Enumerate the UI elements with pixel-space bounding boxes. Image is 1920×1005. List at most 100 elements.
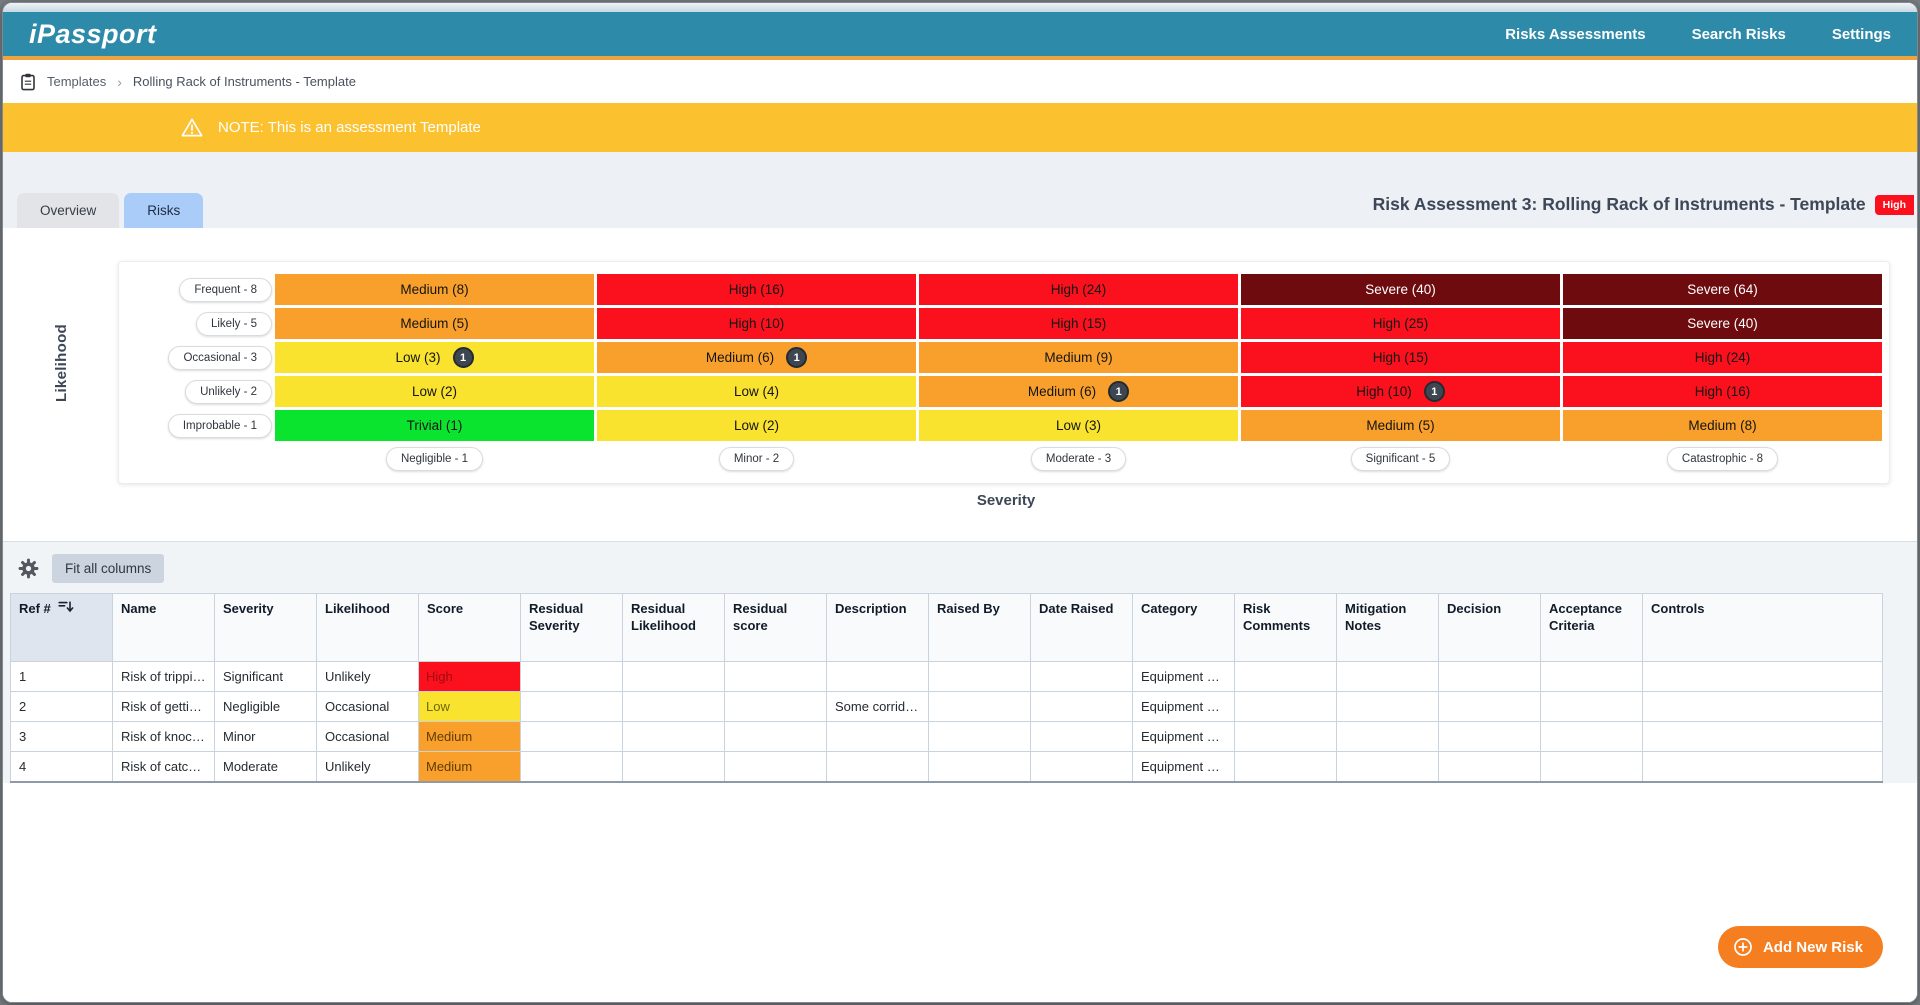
matrix-cell-medium-9[interactable]: Medium (9) (919, 342, 1238, 373)
matrix-cell-high-24[interactable]: High (24) (1563, 342, 1882, 373)
gear-icon[interactable] (18, 558, 39, 579)
matrix-cell-low-4[interactable]: Low (4) (597, 376, 916, 407)
column-header-acceptance-criteria[interactable]: Acceptance Criteria (1541, 594, 1643, 662)
score-cell: High (419, 662, 521, 692)
matrix-cell-medium-6[interactable]: Medium (6)1 (919, 376, 1238, 407)
matrix-cell-high-16[interactable]: High (16) (597, 274, 916, 305)
table-row[interactable]: 4Risk of catc…ModerateUnlikelyMediumEqui… (11, 752, 1883, 782)
column-header-mitigation-notes[interactable]: Mitigation Notes (1337, 594, 1439, 662)
matrix-cell-label: Low (3) (395, 350, 440, 365)
table-cell: Unlikely (317, 662, 419, 692)
fit-all-columns-button[interactable]: Fit all columns (52, 554, 164, 583)
app-header: iPassport Risks AssessmentsSearch RisksS… (3, 12, 1917, 56)
matrix-cell-high-10[interactable]: High (10) (597, 308, 916, 339)
matrix-cell-high-15[interactable]: High (15) (919, 308, 1238, 339)
risk-matrix-card: Frequent - 8Medium (8)High (16)High (24)… (118, 261, 1890, 484)
likelihood-label-unlikely-2[interactable]: Unlikely - 2 (185, 380, 272, 404)
matrix-cell-low-3[interactable]: Low (3)1 (275, 342, 594, 373)
nav-link-settings[interactable]: Settings (1832, 26, 1891, 43)
likelihood-label-frequent-8[interactable]: Frequent - 8 (179, 278, 272, 302)
matrix-cell-low-3[interactable]: Low (3) (919, 410, 1238, 441)
breadcrumb: Templates›Rolling Rack of Instruments - … (3, 60, 1917, 103)
column-header-residual-score[interactable]: Residual score (725, 594, 827, 662)
severity-label-significant-5[interactable]: Significant - 5 (1351, 447, 1451, 471)
add-new-risk-label: Add New Risk (1763, 939, 1863, 956)
matrix-cell-severe-40[interactable]: Severe (40) (1563, 308, 1882, 339)
column-header-score[interactable]: Score (419, 594, 521, 662)
matrix-cell-trivial-1[interactable]: Trivial (1) (275, 410, 594, 441)
table-cell: Equipment … (1133, 692, 1235, 722)
table-cell (1337, 722, 1439, 752)
table-cell (521, 752, 623, 782)
table-cell (1439, 662, 1541, 692)
column-header-category[interactable]: Category (1133, 594, 1235, 662)
column-header-residual-likelihood[interactable]: Residual Likelihood (623, 594, 725, 662)
table-cell (725, 722, 827, 752)
column-header-description[interactable]: Description (827, 594, 929, 662)
table-cell (1337, 692, 1439, 722)
table-cell (929, 662, 1031, 692)
severity-label-moderate-3[interactable]: Moderate - 3 (1031, 447, 1126, 471)
table-cell (623, 752, 725, 782)
column-header-ref[interactable]: Ref # (11, 594, 113, 662)
nav-link-search-risks[interactable]: Search Risks (1692, 26, 1786, 43)
table-cell: Equipment … (1133, 722, 1235, 752)
table-cell (1235, 692, 1337, 722)
clipboard-icon (20, 73, 36, 91)
matrix-cell-label: High (25) (1373, 316, 1429, 331)
table-cell: Unlikely (317, 752, 419, 782)
table-row[interactable]: 2Risk of getti…NegligibleOccasionalLowSo… (11, 692, 1883, 722)
matrix-cell-low-2[interactable]: Low (2) (597, 410, 916, 441)
matrix-cell-high-15[interactable]: High (15) (1241, 342, 1560, 373)
column-header-likelihood[interactable]: Likelihood (317, 594, 419, 662)
score-cell: Medium (419, 752, 521, 782)
matrix-cell-label: High (24) (1695, 350, 1751, 365)
nav-links: Risks Assessments Search Risks Settings (1505, 26, 1891, 43)
matrix-cell-medium-8[interactable]: Medium (8) (1563, 410, 1882, 441)
column-header-date-raised[interactable]: Date Raised (1031, 594, 1133, 662)
likelihood-label-improbable-1[interactable]: Improbable - 1 (168, 414, 272, 438)
add-new-risk-button[interactable]: Add New Risk (1718, 926, 1883, 968)
table-cell (1439, 722, 1541, 752)
matrix-cell-high-10[interactable]: High (10)1 (1241, 376, 1560, 407)
column-header-decision[interactable]: Decision (1439, 594, 1541, 662)
tab-overview[interactable]: Overview (17, 193, 119, 228)
table-cell (1643, 692, 1883, 722)
column-header-name[interactable]: Name (113, 594, 215, 662)
column-header-raised-by[interactable]: Raised By (929, 594, 1031, 662)
matrix-cell-medium-5[interactable]: Medium (5) (1241, 410, 1560, 441)
table-row[interactable]: 1Risk of trippi…SignificantUnlikelyHighE… (11, 662, 1883, 692)
matrix-cell-severe-40[interactable]: Severe (40) (1241, 274, 1560, 305)
matrix-cell-medium-6[interactable]: Medium (6)1 (597, 342, 916, 373)
nav-link-risks-assessments[interactable]: Risks Assessments (1505, 26, 1645, 43)
matrix-cell-severe-64[interactable]: Severe (64) (1563, 274, 1882, 305)
table-row[interactable]: 3Risk of knoc…MinorOccasionalMediumEquip… (11, 722, 1883, 752)
matrix-cell-label: Low (4) (734, 384, 779, 399)
chevron-right-icon: › (117, 74, 122, 90)
matrix-cell-low-2[interactable]: Low (2) (275, 376, 594, 407)
column-header-controls[interactable]: Controls (1643, 594, 1883, 662)
matrix-cell-high-24[interactable]: High (24) (919, 274, 1238, 305)
matrix-cell-label: Severe (64) (1687, 282, 1758, 297)
matrix-cell-high-25[interactable]: High (25) (1241, 308, 1560, 339)
matrix-cell-high-16[interactable]: High (16) (1563, 376, 1882, 407)
table-cell (1643, 662, 1883, 692)
severity-label-catastrophic-8[interactable]: Catastrophic - 8 (1667, 447, 1778, 471)
breadcrumb-item-templates[interactable]: Templates (47, 74, 106, 89)
matrix-cell-medium-8[interactable]: Medium (8) (275, 274, 594, 305)
likelihood-label-likely-5[interactable]: Likely - 5 (196, 312, 272, 336)
table-cell (725, 662, 827, 692)
severity-label-minor-2[interactable]: Minor - 2 (719, 447, 794, 471)
column-header-residual-severity[interactable]: Residual Severity (521, 594, 623, 662)
table-cell: Minor (215, 722, 317, 752)
severity-label-negligible-1[interactable]: Negligible - 1 (386, 447, 483, 471)
column-header-severity[interactable]: Severity (215, 594, 317, 662)
column-header-risk-comments[interactable]: Risk Comments (1235, 594, 1337, 662)
table-cell (1643, 722, 1883, 752)
table-cell: 1 (11, 662, 113, 692)
likelihood-label-occasional-3[interactable]: Occasional - 3 (168, 346, 272, 370)
matrix-cell-medium-5[interactable]: Medium (5) (275, 308, 594, 339)
table-cell (521, 722, 623, 752)
tab-risks[interactable]: Risks (124, 193, 203, 228)
table-cell (1439, 752, 1541, 782)
